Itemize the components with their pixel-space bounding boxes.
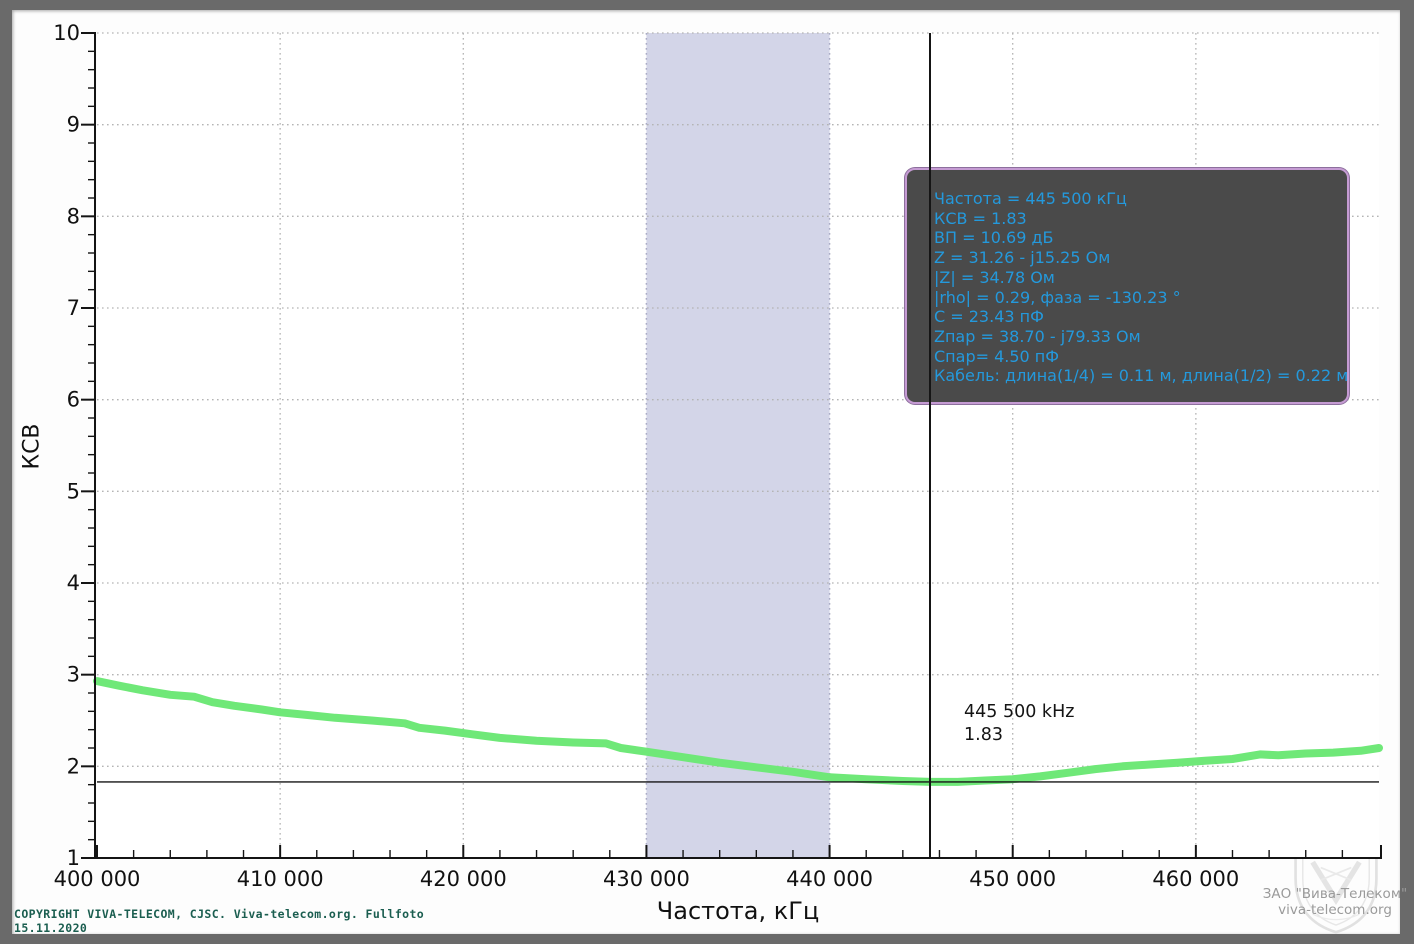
highlight-band	[646, 33, 830, 858]
x-tick-label: 450 000	[969, 867, 1056, 891]
tooltip-line-vswr: КСВ = 1.83	[934, 208, 1027, 228]
tooltip-line-return-loss: ВП = 10.69 дБ	[934, 228, 1054, 248]
copyright-date: 15.11.2020	[14, 920, 88, 935]
y-tick-label: 10	[53, 21, 80, 45]
y-tick-label: 6	[67, 388, 80, 412]
y-tick-label: 7	[67, 296, 80, 320]
x-tick-label: 410 000	[237, 867, 324, 891]
x-tick-label: 400 000	[54, 867, 141, 891]
y-tick-label: 1	[67, 846, 80, 870]
cursor-readout: 445 500 kHz 1.83	[964, 701, 1074, 747]
x-tick-label: 430 000	[603, 867, 690, 891]
y-tick-label: 2	[67, 754, 80, 778]
analyzer-window: ЗАО "Вива-Телеком" viva-telecom.org 400 …	[0, 0, 1414, 944]
copyright-block: COPYRIGHT VIVA-TELECOM, CJSC. Viva-telec…	[14, 907, 425, 935]
measurement-tooltip: Частота = 445 500 кГц КСВ = 1.83 ВП = 10…	[905, 168, 1349, 404]
tooltip-line-cpar: Спар= 4.50 пФ	[934, 346, 1060, 366]
y-tick-label: 9	[67, 113, 80, 137]
x-tick-label: 460 000	[1152, 867, 1239, 891]
y-tick-label: 4	[67, 571, 80, 595]
copyright-text: COPYRIGHT VIVA-TELECOM, CJSC. Viva-telec…	[14, 907, 425, 921]
x-tick-label: 420 000	[420, 867, 507, 891]
y-axis-title: КСВ	[19, 423, 45, 470]
x-tick-label: 440 000	[786, 867, 873, 891]
y-tick-label: 3	[67, 663, 80, 687]
y-tick-label: 8	[67, 204, 80, 228]
tooltip-line-cable: Кабель: длина(1/4) = 0.11 м, длина(1/2) …	[934, 366, 1349, 386]
vswr-chart[interactable]: 400 000 410 000 420 000 430 000 440 000 450 0…	[0, 0, 1414, 944]
cursor-vswr-label: 1.83	[964, 725, 1003, 745]
tooltip-line-capacitance: C = 23.43 пФ	[934, 307, 1044, 327]
cursor-frequency-label: 445 500 kHz	[964, 702, 1075, 722]
tooltip-line-rho: |rho| = 0.29, фаза = -130.23 °	[934, 287, 1181, 307]
tooltip-line-zpar: Zпар = 38.70 - j79.33 Ом	[934, 326, 1141, 346]
tooltip-line-frequency: Частота = 445 500 кГц	[934, 189, 1127, 208]
tooltip-line-impedance: Z = 31.26 - j15.25 Ом	[934, 248, 1111, 268]
tooltip-line-impedance-mag: |Z| = 34.78 Ом	[934, 267, 1055, 287]
frequency-cursor-line[interactable]	[929, 33, 931, 858]
y-tick-label: 5	[67, 479, 80, 503]
